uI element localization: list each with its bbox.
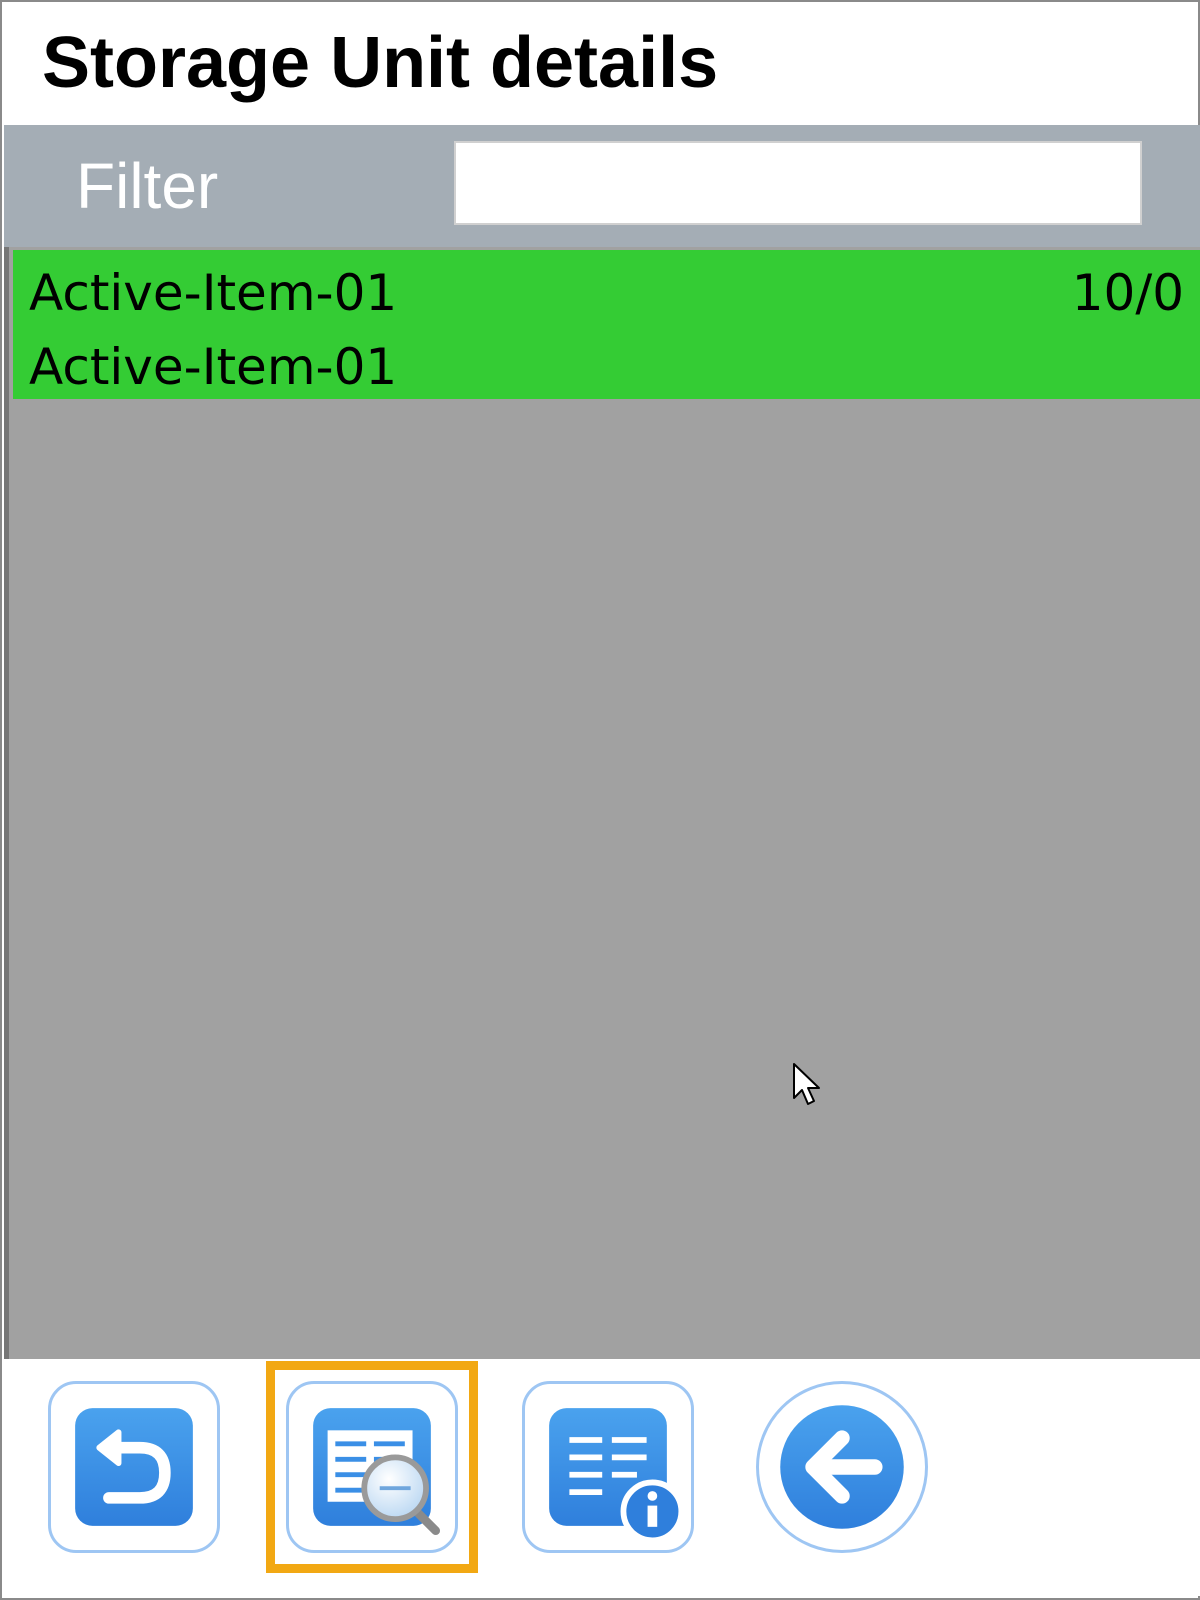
bottom-toolbar — [4, 1359, 1200, 1596]
page-title: Storage Unit details — [42, 23, 719, 103]
list-item[interactable]: Active-Item-01 10/0 Active-Item-01 — [13, 250, 1200, 399]
details-info-button[interactable] — [522, 1381, 694, 1553]
item-quantity: 10/0 — [1071, 264, 1184, 322]
undo-button[interactable] — [48, 1381, 220, 1553]
filter-label: Filter — [76, 150, 219, 222]
undo-icon — [75, 1408, 193, 1526]
filter-input[interactable] — [454, 141, 1142, 225]
view-details-button[interactable] — [286, 1381, 458, 1553]
filter-bar: Filter — [4, 125, 1200, 247]
item-description: Active-Item-01 — [29, 338, 398, 396]
back-button[interactable] — [756, 1381, 928, 1553]
details-info-icon — [549, 1408, 685, 1544]
view-details-icon — [313, 1408, 441, 1536]
back-arrow-icon — [780, 1405, 904, 1529]
item-name: Active-Item-01 — [29, 264, 398, 322]
item-list: Active-Item-01 10/0 Active-Item-01 — [4, 247, 1200, 1359]
mouse-cursor-icon — [793, 1063, 820, 1105]
app-window: Storage Unit details Filter Active-Item-… — [0, 0, 1200, 1600]
